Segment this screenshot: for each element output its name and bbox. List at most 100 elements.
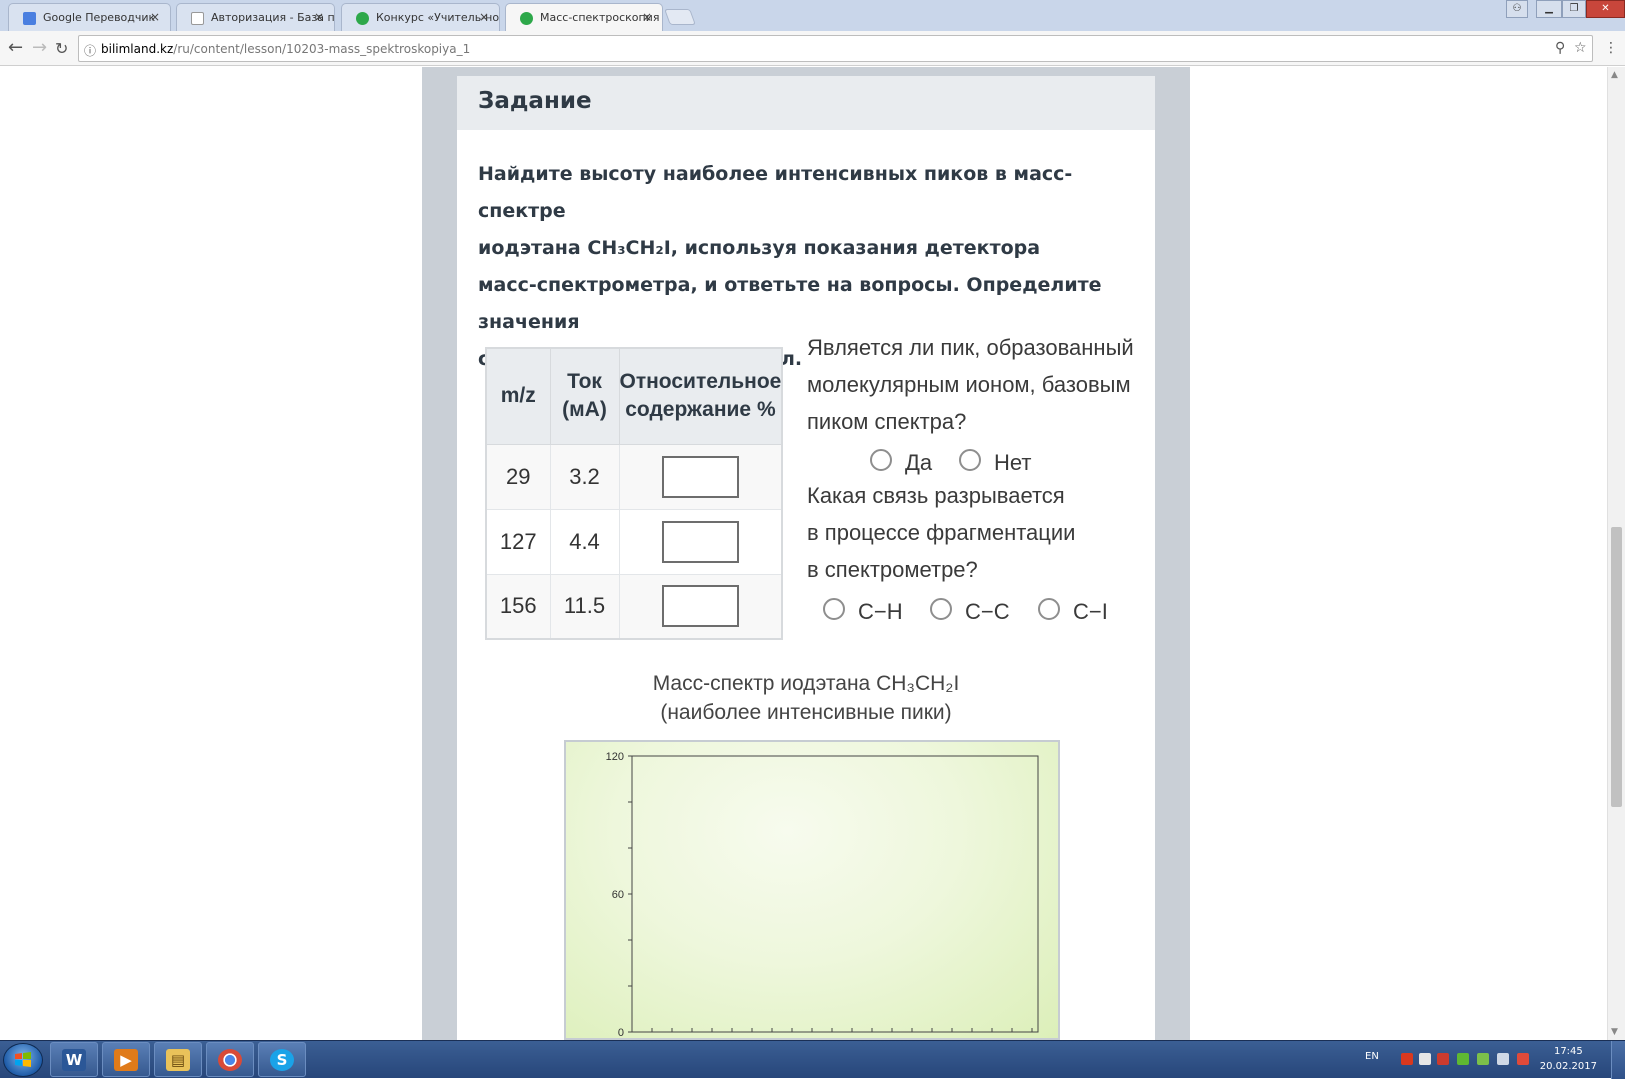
display-icon[interactable] — [1497, 1053, 1509, 1065]
scroll-up-icon[interactable]: ▲ — [1611, 70, 1618, 80]
cell-answer — [618, 508, 783, 575]
radio-ci[interactable] — [1038, 598, 1060, 620]
answer-input[interactable] — [661, 520, 739, 563]
question-line: пиком спектра? — [807, 409, 967, 434]
chart-plot-frame — [631, 755, 1039, 1033]
header-current: Ток (мА) — [549, 347, 620, 445]
info-icon[interactable]: ⓘ — [84, 42, 96, 59]
show-desktop-button[interactable] — [1611, 1041, 1625, 1079]
radio-cc[interactable] — [930, 598, 952, 620]
taskbar-media-player[interactable]: ▶ — [102, 1042, 150, 1077]
table-header-row: m/z Ток (мА) Относительное содержание % — [485, 347, 783, 445]
radio-label-ci-clip: C−I — [1073, 599, 1108, 629]
page-scrollbar[interactable]: ▲ ▼ — [1607, 67, 1625, 1040]
clock-time: 17:45 — [1553, 1046, 1583, 1057]
clock[interactable]: 17:45 20.02.2017 — [1540, 1044, 1597, 1074]
maximize-button[interactable]: ❐ — [1562, 0, 1586, 18]
windows-taskbar: W ▶ ▤ S EN 17:45 20.02.2017 — [0, 1040, 1625, 1079]
bilimland-icon — [356, 12, 369, 25]
url-host: bilimland.kz — [101, 42, 174, 56]
question-line: в процессе фрагментации — [807, 520, 1076, 545]
cell-mz: 156 — [485, 573, 551, 640]
chart-subtitle: (наиболее интенсивные пики) — [660, 701, 952, 724]
question-line: Является ли пик, образованный — [807, 335, 1134, 360]
question-line: молекулярным ионом, базовым — [807, 372, 1131, 397]
question-1: Является ли пик, образованный молекулярн… — [807, 329, 1147, 440]
table-row: 127 4.4 — [485, 508, 783, 575]
tab-label: Google Переводчик — [43, 11, 156, 24]
radio-label-ch: C−H — [858, 599, 903, 624]
radio-label-no: Нет — [994, 450, 1032, 475]
y-tick-label: 0 — [618, 1027, 624, 1038]
chart-title-block: Масс-спектр иодэтана CH₃CH₂I (наиболее и… — [457, 669, 1155, 727]
start-button[interactable] — [3, 1043, 43, 1077]
close-icon[interactable]: × — [314, 10, 324, 24]
language-indicator[interactable]: EN — [1365, 1051, 1379, 1062]
windows-logo-icon — [15, 1052, 31, 1067]
forward-arrow-icon[interactable]: → — [32, 37, 47, 58]
zoom-icon[interactable]: ⚲ — [1555, 40, 1565, 56]
radio-yes[interactable] — [870, 449, 892, 471]
card-title: Задание — [478, 88, 592, 114]
document-icon — [191, 12, 204, 25]
tab-google-translate[interactable]: Google Переводчик × — [8, 3, 171, 31]
taskbar-chrome[interactable] — [206, 1042, 254, 1077]
close-icon[interactable]: × — [642, 10, 652, 24]
task-line: иодэтана CH₃CH₂I, используя показания де… — [478, 237, 1041, 259]
skype-icon: S — [270, 1049, 294, 1071]
header-mz: m/z — [485, 347, 551, 445]
scroll-down-icon[interactable]: ▼ — [1611, 1027, 1618, 1037]
close-icon[interactable]: × — [150, 10, 160, 24]
flag-alert-icon[interactable] — [1517, 1053, 1529, 1065]
network-icon[interactable] — [1477, 1053, 1489, 1065]
app-tray-icon[interactable] — [1457, 1053, 1469, 1065]
scroll-thumb[interactable] — [1611, 527, 1622, 807]
back-arrow-icon[interactable]: ← — [8, 37, 23, 58]
url-text: bilimland.kz/ru/content/lesson/10203-mas… — [101, 42, 470, 56]
user-icon[interactable]: ⚇ — [1506, 0, 1528, 18]
question-line: в спектрометре? — [807, 557, 978, 582]
radio-ch[interactable] — [823, 598, 845, 620]
speaker-alert-icon[interactable] — [1437, 1053, 1449, 1065]
minimize-button[interactable]: ▁ — [1536, 0, 1562, 18]
media-player-icon: ▶ — [114, 1049, 138, 1071]
close-icon[interactable]: × — [479, 10, 489, 24]
data-table: m/z Ток (мА) Относительное содержание % … — [485, 347, 784, 640]
tab-contest[interactable]: Конкурс «Учитель-нова × — [341, 3, 500, 31]
browser-tab-strip: Google Переводчик × Авторизация - База п… — [0, 0, 1625, 31]
clock-date: 20.02.2017 — [1539, 1061, 1597, 1072]
y-tick-label: 120 — [606, 751, 624, 763]
tab-authorization[interactable]: Авторизация - База пед × — [176, 3, 335, 31]
answer-input[interactable] — [661, 585, 739, 628]
radio-label-cc: C−C — [965, 599, 1010, 624]
new-tab-button[interactable] — [664, 9, 696, 25]
radio-no[interactable] — [959, 449, 981, 471]
task-line: Найдите высоту наиболее интенсивных пико… — [478, 163, 1073, 222]
address-bar[interactable]: ⓘ bilimland.kz/ru/content/lesson/10203-m… — [78, 35, 1593, 62]
table-row: 156 11.5 — [485, 573, 783, 640]
cell-mz: 127 — [485, 508, 551, 575]
system-tray: EN 17:45 20.02.2017 — [1365, 1041, 1625, 1079]
taskbar-word[interactable]: W — [50, 1042, 98, 1077]
cell-answer — [618, 443, 783, 510]
menu-icon[interactable]: ⋮ — [1604, 40, 1618, 56]
chrome-icon — [218, 1049, 242, 1071]
word-icon: W — [62, 1049, 86, 1071]
question-2: Какая связь разрывается в процессе фрагм… — [807, 477, 1147, 588]
chart-area: 120 60 0 — [564, 740, 1060, 1040]
answer-input[interactable] — [661, 455, 739, 498]
url-path: /ru/content/lesson/10203-mass_spektrosko… — [173, 42, 471, 56]
tab-mass-spectroscopy[interactable]: Масс-спектроскопия (1) × — [505, 3, 663, 31]
question-line: Какая связь разрывается — [807, 483, 1065, 508]
warning-icon[interactable] — [1401, 1053, 1413, 1065]
taskbar-skype[interactable]: S — [258, 1042, 306, 1077]
reload-icon[interactable]: ↻ — [55, 39, 68, 58]
cell-answer — [618, 573, 783, 640]
page-viewport: Задание Найдите высоту наиболее интенсив… — [0, 67, 1625, 1040]
bookmark-star-icon[interactable]: ☆ — [1574, 40, 1587, 56]
volume-icon[interactable] — [1419, 1053, 1431, 1065]
taskbar-file-explorer[interactable]: ▤ — [154, 1042, 202, 1077]
google-translate-icon — [23, 12, 36, 25]
browser-toolbar: ← → ↻ ⓘ bilimland.kz/ru/content/lesson/1… — [0, 31, 1625, 66]
close-window-button[interactable]: ✕ — [1586, 0, 1625, 18]
